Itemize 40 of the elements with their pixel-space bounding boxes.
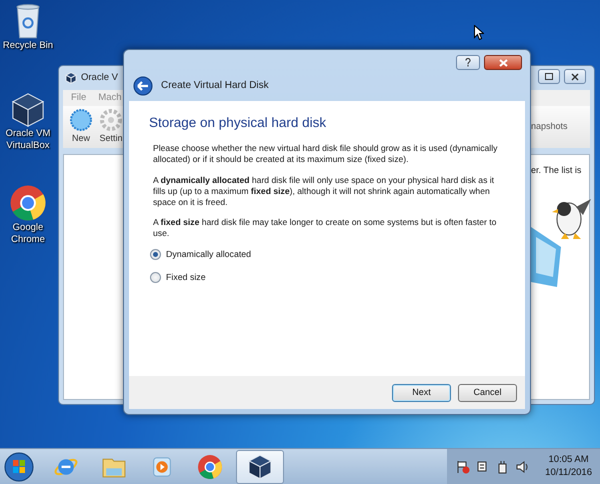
radio-label[interactable]: Fixed size (166, 270, 206, 284)
description-text: Please choose whether the new virtual hard disk file should grow as it is used (dynamically allocated) or if it should be created at its maximum size (fixed size). (153, 143, 498, 166)
taskbar-app[interactable] (236, 450, 284, 484)
radio-button[interactable] (150, 272, 161, 283)
radio-label[interactable]: Dynamically allocated (166, 248, 252, 262)
close-button[interactable] (484, 55, 522, 70)
mouse-cursor-icon (474, 25, 484, 40)
description-text: A fixed size hard disk file may take longer to create on some systems but is often faster to use. (153, 217, 498, 240)
cube-icon (65, 72, 77, 84)
windows-logo-icon (4, 452, 34, 482)
chrome-icon (197, 454, 223, 480)
cube-icon (10, 92, 46, 128)
desktop-icon-label[interactable]: Recycle Bin (0, 40, 56, 52)
help-icon (465, 58, 471, 67)
dialog-button[interactable]: Next (392, 384, 451, 402)
dialog-title: Create Virtual Hard Disk (161, 79, 269, 93)
chrome-icon (9, 184, 47, 222)
back-button[interactable] (133, 76, 153, 96)
page-heading: Storage on physical hard disk (149, 115, 328, 132)
description-text: A dynamically allocated hard disk file will only use space on your physical hard disk as it fills up (up to a maximum fixed size), although it will not shrink again automatically when space on it is freed. (153, 174, 496, 208)
dialog-button[interactable]: Cancel (458, 384, 517, 402)
restore-button[interactable] (538, 69, 560, 84)
help-button[interactable] (456, 55, 480, 70)
tab-label[interactable]: napshots (531, 120, 591, 134)
welcome-text: er. The list is (531, 164, 582, 176)
flag-icon[interactable] (455, 458, 470, 474)
close-icon (571, 72, 579, 80)
volume-icon[interactable] (515, 458, 530, 474)
starburst-icon (69, 108, 93, 132)
gear-icon (99, 108, 123, 132)
close-icon (498, 58, 508, 66)
desktop-icon-label[interactable]: Oracle VM VirtualBox (0, 128, 56, 152)
cube-icon (247, 454, 273, 480)
desktop-icon-label[interactable]: Google Chrome (0, 222, 56, 246)
radio-button[interactable] (150, 249, 161, 260)
toolbar-button[interactable]: Settin (99, 108, 123, 146)
restore-icon (545, 73, 553, 80)
toolbar-button[interactable]: New (69, 108, 93, 146)
close-button[interactable] (564, 69, 586, 84)
window-title: Oracle V (81, 70, 118, 85)
